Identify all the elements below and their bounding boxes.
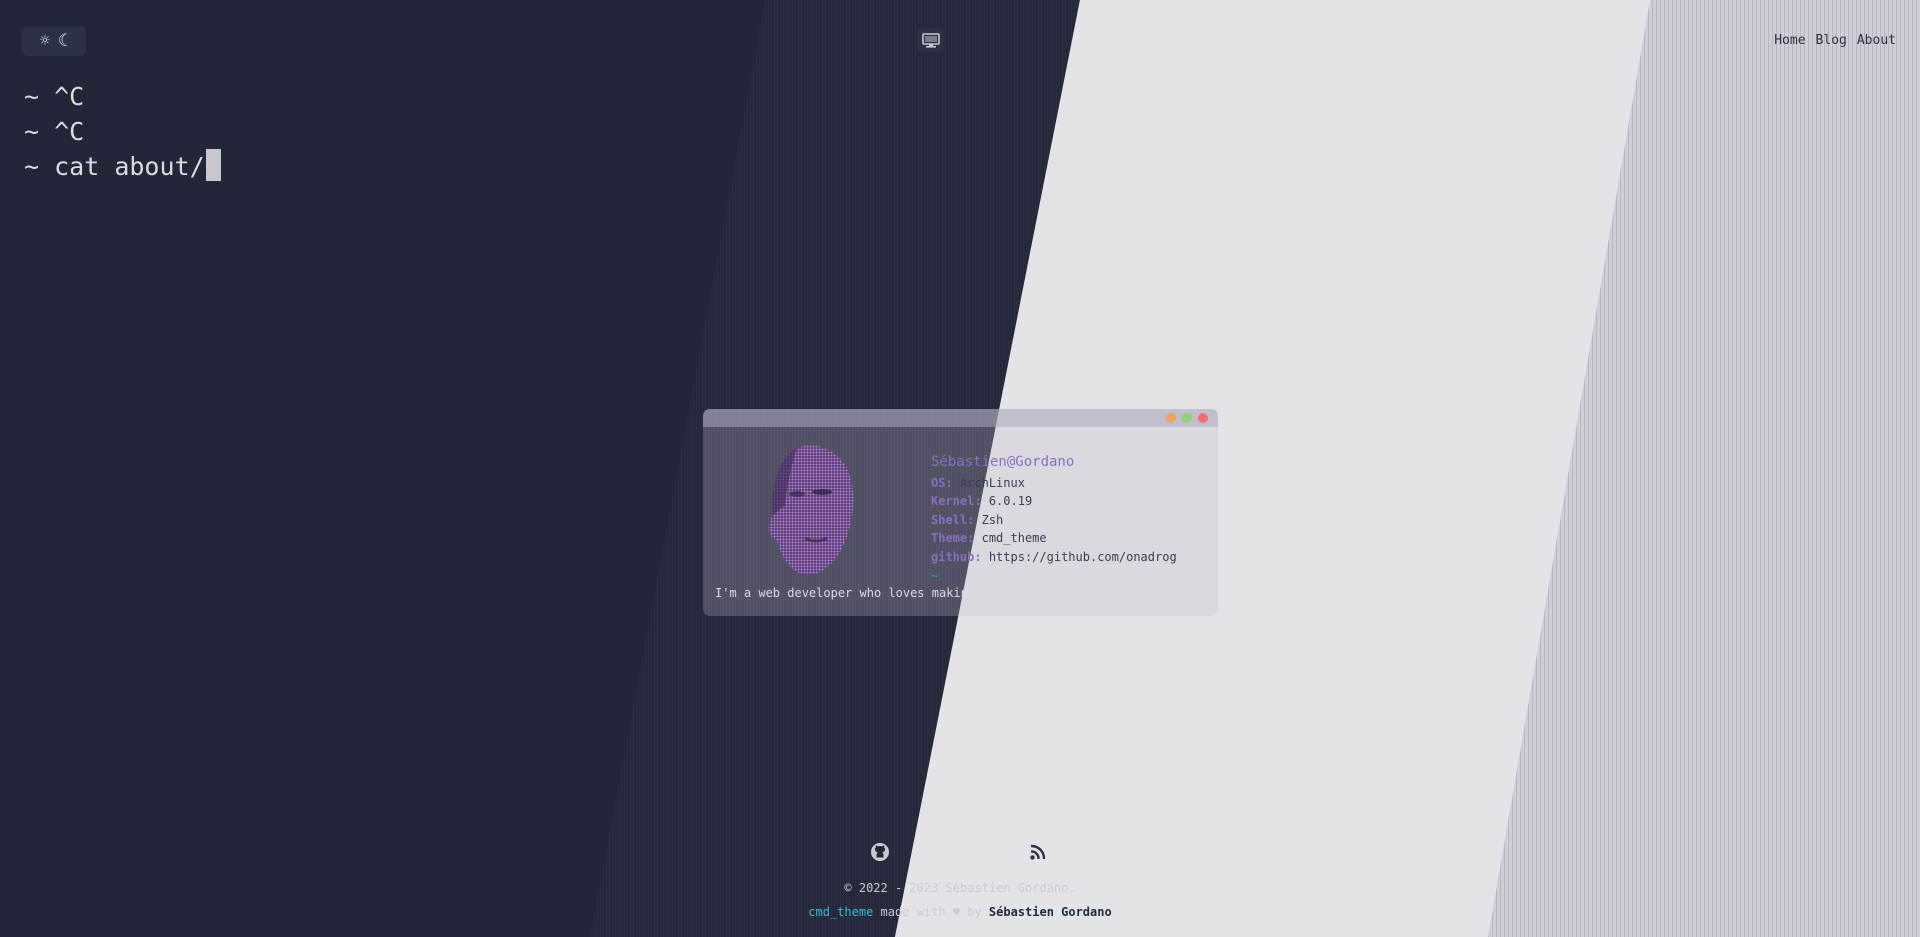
bio-text: I'm a web developer who loves making stu… [715, 586, 1142, 600]
maximize-dot[interactable] [1182, 413, 1192, 423]
ascii-avatar [768, 445, 854, 576]
info-row-os: OS: ArchLinux [931, 475, 1025, 490]
close-dot[interactable] [1198, 413, 1208, 423]
footer-credits: cmd_theme made with ♥ by Sébastien Gorda… [0, 905, 1920, 919]
prompt: ~ [24, 117, 40, 146]
info-value: Zsh [981, 512, 1004, 527]
copyright: © 2022 - 2023 Sébastien Gordano. [844, 881, 1076, 895]
terminal-line: ~ ^C [24, 79, 221, 114]
command-input[interactable]: cat about/ [54, 152, 205, 181]
info-value: ArchLinux [959, 475, 1025, 490]
nav-blog[interactable]: Blog [1816, 33, 1847, 48]
made-with-text: made with ♥ by [873, 905, 989, 919]
terminal[interactable]: ~ ^C ~ ^C ~ cat about/ [24, 79, 221, 184]
github-link[interactable]: https://github.com/onadrog [989, 550, 1177, 564]
info-value: cmd_theme [981, 531, 1047, 546]
info-key: github [931, 549, 975, 564]
moon-icon[interactable]: ☾ [58, 31, 68, 51]
prompt: ~ [24, 82, 40, 111]
info-row-theme: Theme: cmd_theme [931, 531, 1047, 546]
terminal-line: ~ cat about/ [24, 149, 221, 184]
minimize-dot[interactable] [1166, 413, 1176, 423]
sun-icon[interactable]: ☼ [40, 31, 50, 51]
author-link[interactable]: Sébastien Gordano [989, 905, 1112, 919]
command: ^C [54, 117, 85, 146]
info-row-shell: Shell: Zsh [931, 512, 1004, 527]
nav-home[interactable]: Home [1774, 33, 1805, 48]
prompt: ~ [24, 152, 40, 181]
sysinfo: Sébastien@Gordano OS: ArchLinux Kernel: … [931, 453, 1177, 585]
about-card: Sébastien@Gordano OS: ArchLinux Kernel: … [703, 409, 1218, 616]
command: ^C [54, 82, 85, 111]
info-key: Theme [931, 531, 968, 546]
user-host: Sébastien@Gordano [931, 454, 1075, 470]
text-cursor [205, 149, 221, 181]
theme-link[interactable]: cmd_theme [808, 905, 873, 919]
nav-about[interactable]: About [1857, 33, 1896, 48]
terminal-line: ~ ^C [24, 114, 221, 149]
info-row-github: github: https://github.com/onadrog [931, 549, 1177, 564]
rss-icon[interactable] [1028, 842, 1048, 862]
prompt-tilde: ~ [931, 568, 939, 583]
info-value: 6.0.19 [988, 494, 1033, 509]
info-key: Kernel [931, 494, 975, 509]
theme-toggle[interactable]: ☼ ☾ [22, 26, 86, 56]
window-titlebar [703, 409, 1218, 427]
window-controls [1166, 413, 1208, 423]
github-icon[interactable] [870, 842, 890, 862]
info-row-kernel: Kernel: 6.0.19 [931, 494, 1033, 509]
info-key: OS [931, 475, 946, 490]
info-key: Shell [931, 512, 968, 527]
main-nav: Home Blog About [1774, 33, 1896, 48]
monitor-icon[interactable] [917, 28, 945, 52]
